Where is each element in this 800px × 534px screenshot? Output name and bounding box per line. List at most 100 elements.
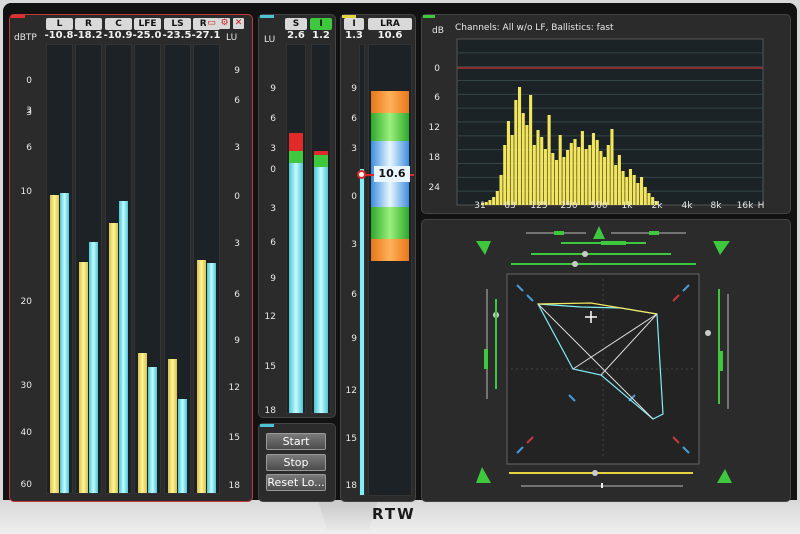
left-tick: 40 xyxy=(20,428,32,438)
top-slider-2-fill xyxy=(649,231,659,235)
integrated-bar xyxy=(314,167,328,413)
integrated-value: 1.2 xyxy=(312,30,330,41)
window-icon[interactable]: ▭ xyxy=(206,18,217,29)
start-button[interactable]: Start xyxy=(266,433,326,450)
lra-green-top xyxy=(371,113,409,141)
top-slider-3-fill xyxy=(601,241,626,245)
speaker-left-front-icon xyxy=(476,241,491,255)
right-tick: 12 xyxy=(228,383,240,393)
right-tick: 0 xyxy=(234,192,240,202)
speaker-right-surround-icon xyxy=(717,469,732,483)
left-unit-label: dBTP xyxy=(14,33,37,43)
spectrum-bar xyxy=(536,130,540,205)
channel-value-rs: -27.1 xyxy=(191,30,221,41)
right-slider-knob xyxy=(705,330,711,336)
channel-peak-bar xyxy=(138,353,147,493)
speaker-center-icon xyxy=(593,226,605,239)
spectrum-bar xyxy=(517,87,522,205)
channel-value-c: -10.9 xyxy=(103,30,133,41)
si-tick: 6 xyxy=(270,238,276,248)
lra-marker-dot[interactable] xyxy=(357,170,366,179)
left-tick: 30 xyxy=(20,381,32,391)
left-tick: 6 xyxy=(26,143,32,153)
short-term-meter xyxy=(286,44,306,414)
spectrum-bar xyxy=(584,149,588,205)
si-tick: 18 xyxy=(264,406,276,416)
header-i: I xyxy=(344,18,364,30)
rtw-logo: RTW xyxy=(372,505,416,523)
short-term-value: 2.6 xyxy=(287,30,305,41)
spectrum-bar xyxy=(588,145,592,205)
spectrum-bar xyxy=(569,143,573,205)
bottom-slider-knob xyxy=(592,470,598,476)
right-tick: 9 xyxy=(234,66,240,76)
spectrum-x-tick: 31 xyxy=(474,201,485,211)
spectrum-bar xyxy=(503,145,507,205)
right-tick: 3 xyxy=(234,143,240,153)
spectrum-x-tick: 2k xyxy=(652,201,664,211)
channel-value-lfe: -25.0 xyxy=(132,30,162,41)
spectrum-bar xyxy=(573,139,577,205)
channel-peak-bar xyxy=(79,262,88,493)
spectrum-bar xyxy=(506,121,510,205)
channel-header-c: C xyxy=(105,18,132,30)
channel-loudness-bar xyxy=(119,201,128,493)
spectrum-bar xyxy=(595,140,599,205)
si-tick: 3 xyxy=(270,144,276,154)
top-slider-5-knob xyxy=(572,261,578,267)
left-tick: 3 xyxy=(26,108,32,118)
spectrum-chart: 0 6 12 18 24 31 63 125 250 500 1k 2k 4k 8k 16k H xyxy=(429,38,764,211)
spectrum-bar xyxy=(632,175,636,205)
settings-icon[interactable]: ⚙ xyxy=(219,18,230,29)
spectrum-bar xyxy=(577,147,581,205)
header-lra: LRA xyxy=(368,18,412,30)
spectrum-bar xyxy=(617,155,621,205)
channel-peak-bar xyxy=(197,260,206,493)
si-tick: 9 xyxy=(270,84,276,94)
lra-orange-top xyxy=(371,91,409,113)
spectrum-y-tick: 0 xyxy=(434,64,440,74)
stop-button[interactable]: Stop xyxy=(266,454,326,471)
spectrum-bar xyxy=(580,131,584,205)
panel-corner-mark xyxy=(11,15,25,18)
spectrum-bar xyxy=(628,169,632,205)
spectrum-x-tick: 500 xyxy=(590,201,607,211)
channel-meter-rs xyxy=(193,44,220,494)
spectrum-bar xyxy=(606,145,610,205)
lra-orange-bottom xyxy=(371,239,409,261)
spectrum-bar xyxy=(488,200,492,205)
integrated-red-zone xyxy=(314,151,328,155)
spectrum-y-tick: 6 xyxy=(434,93,440,103)
si-tick: 12 xyxy=(264,312,276,322)
reset-loudness-button[interactable]: Reset Lo... xyxy=(266,474,326,491)
left-tick: 60 xyxy=(20,480,32,490)
channel-loudness-bar xyxy=(178,399,187,493)
channel-value-r: -18.2 xyxy=(73,30,103,41)
panel-corner-mark xyxy=(260,424,274,427)
spectrum-bar xyxy=(610,129,614,205)
spectrum-bar xyxy=(540,137,544,205)
spectrum-bar xyxy=(636,183,640,205)
spectrum-bar xyxy=(562,157,566,205)
si-tick: 9 xyxy=(270,274,276,284)
lra-tick: 3 xyxy=(351,144,357,154)
spectrum-bar xyxy=(643,187,647,205)
spectrum-bar xyxy=(599,151,603,205)
spectrum-bar xyxy=(603,157,607,205)
spectrum-y-tick: 24 xyxy=(429,183,441,193)
lra-tick: 0 xyxy=(351,192,357,202)
right-tick: 9 xyxy=(234,336,240,346)
close-icon[interactable]: ✕ xyxy=(233,18,244,29)
spectrum-bar xyxy=(529,95,533,205)
lra-green-bottom xyxy=(371,207,409,239)
channel-value-l: -10.8 xyxy=(44,30,74,41)
channel-header-lfe: LFE xyxy=(134,18,161,30)
left-tick: 10 xyxy=(20,187,32,197)
spectrum-x-tick: 16k xyxy=(737,201,754,211)
left-slider-fill xyxy=(484,349,488,369)
spectrum-y-tick: 12 xyxy=(429,123,440,133)
speaker-right-front-icon xyxy=(713,241,730,255)
i-value: 1.3 xyxy=(345,30,363,41)
spectrum-bar xyxy=(558,135,562,205)
integrated-meter xyxy=(311,44,331,414)
